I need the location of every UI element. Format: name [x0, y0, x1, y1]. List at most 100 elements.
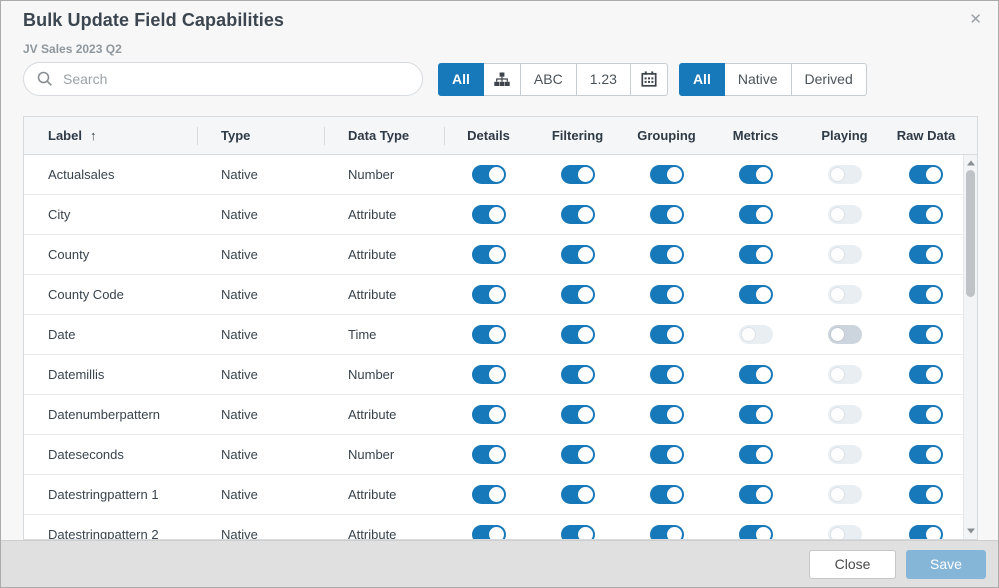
scrollbar-down-button[interactable]	[964, 524, 977, 538]
toggle-knob	[926, 287, 941, 302]
filter-all-origins-button[interactable]: All	[679, 63, 725, 96]
toggle-grouping[interactable]	[650, 245, 684, 264]
toggle-raw-data[interactable]	[909, 405, 943, 424]
cell-type: Native	[197, 527, 324, 539]
toggle-raw-data[interactable]	[909, 445, 943, 464]
filter-hierarchy-button[interactable]	[483, 63, 521, 96]
filter-native-button[interactable]: Native	[724, 63, 792, 96]
cell-details	[444, 485, 533, 504]
toggle-metrics[interactable]	[739, 205, 773, 224]
toggle-metrics[interactable]	[739, 285, 773, 304]
cell-playing	[800, 485, 889, 504]
cell-data-type: Attribute	[324, 287, 444, 302]
search-input[interactable]	[63, 71, 410, 87]
toggle-filtering[interactable]	[561, 285, 595, 304]
filter-derived-button[interactable]: Derived	[791, 63, 867, 96]
toggle-raw-data[interactable]	[909, 365, 943, 384]
cell-type: Native	[197, 487, 324, 502]
cell-details	[444, 325, 533, 344]
toggle-knob	[926, 167, 941, 182]
toggle-grouping[interactable]	[650, 445, 684, 464]
toggle-grouping[interactable]	[650, 205, 684, 224]
cell-metrics	[711, 165, 800, 184]
toggle-metrics[interactable]	[739, 405, 773, 424]
toggle-playing[interactable]	[828, 325, 862, 344]
toggle-filtering[interactable]	[561, 205, 595, 224]
toggle-filtering[interactable]	[561, 405, 595, 424]
toggle-raw-data[interactable]	[909, 325, 943, 344]
scrollbar-thumb[interactable]	[966, 170, 975, 297]
column-header-label[interactable]: Label↑	[24, 128, 197, 143]
toggle-knob	[578, 247, 593, 262]
toggle-raw-data[interactable]	[909, 165, 943, 184]
toggle-raw-data[interactable]	[909, 525, 943, 539]
toggle-details[interactable]	[472, 165, 506, 184]
toggle-grouping[interactable]	[650, 485, 684, 504]
column-header-type: Type	[197, 128, 324, 143]
toggle-filtering[interactable]	[561, 525, 595, 539]
cell-data-type: Attribute	[324, 247, 444, 262]
toggle-grouping[interactable]	[650, 165, 684, 184]
toggle-metrics[interactable]	[739, 245, 773, 264]
cell-data-type: Attribute	[324, 207, 444, 222]
toggle-filtering[interactable]	[561, 445, 595, 464]
column-header-raw-data: Raw Data	[889, 128, 963, 143]
filter-all-types-button[interactable]: All	[438, 63, 484, 96]
toggle-knob	[489, 487, 504, 502]
cell-raw-data	[889, 165, 963, 184]
toggle-details[interactable]	[472, 525, 506, 539]
toggle-details[interactable]	[472, 325, 506, 344]
toggle-grouping[interactable]	[650, 525, 684, 539]
toggle-grouping[interactable]	[650, 405, 684, 424]
toggle-raw-data[interactable]	[909, 245, 943, 264]
filter-attribute-button[interactable]: ABC	[520, 63, 577, 96]
toggle-filtering[interactable]	[561, 325, 595, 344]
toggle-raw-data[interactable]	[909, 205, 943, 224]
toggle-playing	[828, 245, 862, 264]
cell-raw-data	[889, 485, 963, 504]
toggle-knob	[926, 327, 941, 342]
cell-type: Native	[197, 367, 324, 382]
toggle-filtering[interactable]	[561, 245, 595, 264]
toggle-filtering[interactable]	[561, 485, 595, 504]
close-icon[interactable]: ✕	[969, 12, 982, 27]
cell-data-type: Attribute	[324, 487, 444, 502]
filter-number-button[interactable]: 1.23	[576, 63, 631, 96]
toggle-metrics[interactable]	[739, 165, 773, 184]
toggle-filtering[interactable]	[561, 365, 595, 384]
toggle-metrics[interactable]	[739, 365, 773, 384]
close-button[interactable]: Close	[809, 550, 896, 579]
toggle-filtering[interactable]	[561, 165, 595, 184]
toggle-knob	[926, 447, 941, 462]
cell-filtering	[533, 485, 622, 504]
toggle-grouping[interactable]	[650, 285, 684, 304]
toggle-details[interactable]	[472, 405, 506, 424]
save-button[interactable]: Save	[906, 550, 986, 579]
toggle-grouping[interactable]	[650, 365, 684, 384]
toggle-details[interactable]	[472, 285, 506, 304]
toggle-metrics[interactable]	[739, 525, 773, 539]
cell-grouping	[622, 205, 711, 224]
cell-raw-data	[889, 205, 963, 224]
toggle-raw-data[interactable]	[909, 285, 943, 304]
toggle-details[interactable]	[472, 485, 506, 504]
toggle-knob	[578, 167, 593, 182]
toggle-details[interactable]	[472, 205, 506, 224]
cell-metrics	[711, 245, 800, 264]
table-scrollbar[interactable]	[963, 155, 977, 539]
toggle-grouping[interactable]	[650, 325, 684, 344]
toggle-metrics[interactable]	[739, 445, 773, 464]
column-header-metrics: Metrics	[711, 128, 800, 143]
cell-filtering	[533, 205, 622, 224]
filter-button-label: 1.23	[590, 71, 617, 87]
scrollbar-up-button[interactable]	[964, 156, 977, 170]
toggle-details[interactable]	[472, 245, 506, 264]
toggle-raw-data[interactable]	[909, 485, 943, 504]
toggle-details[interactable]	[472, 445, 506, 464]
filter-date-button[interactable]	[630, 63, 668, 96]
cell-raw-data	[889, 405, 963, 424]
cell-label: City	[24, 207, 197, 222]
toggle-metrics[interactable]	[739, 485, 773, 504]
toggle-details[interactable]	[472, 365, 506, 384]
table-row: DatemillisNativeNumber	[24, 355, 963, 395]
